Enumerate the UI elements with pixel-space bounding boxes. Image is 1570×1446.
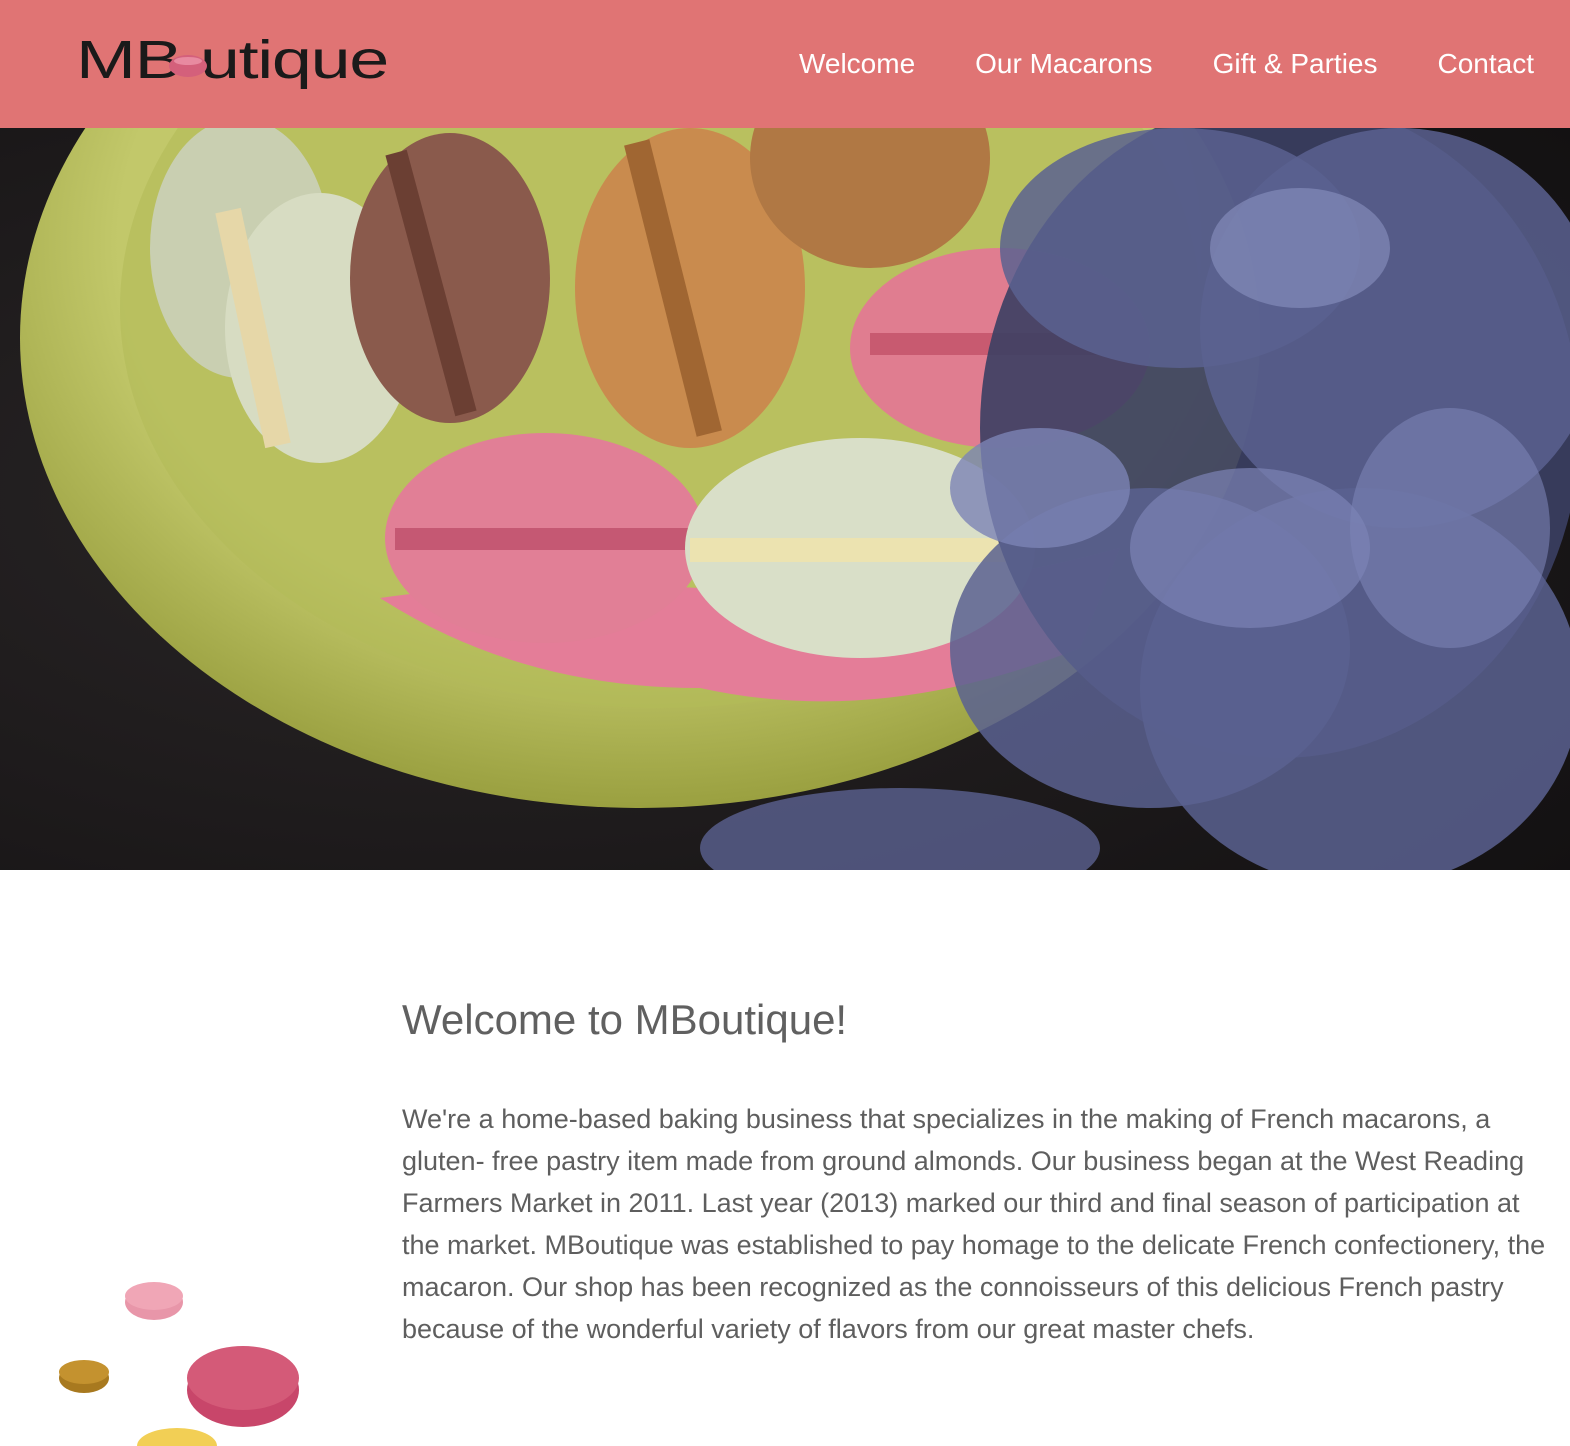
macaron-cluster-icon [59,1282,299,1446]
hero-image [0,128,1570,870]
intro-paragraph: We're a home-based baking business that … [402,1104,1546,1344]
nav-gift-parties[interactable]: Gift & Parties [1213,48,1378,80]
nav-welcome[interactable]: Welcome [799,48,915,80]
page-title: Welcome to MBoutique! [402,996,848,1043]
nav-our-macarons[interactable]: Our Macarons [975,48,1152,80]
nav-contact[interactable]: Contact [1438,48,1535,80]
main-nav: Welcome Our Macarons Gift & Parties Cont… [739,0,1534,128]
logo-macaron-highlight [174,57,202,65]
logo-wordmark: MB utique [76,30,388,90]
site-header: MB utique Welcome Our Macarons Gift & Pa… [0,0,1570,128]
mboutique-logo[interactable]: MB utique [76,28,396,100]
macaron-photo [0,128,1570,870]
